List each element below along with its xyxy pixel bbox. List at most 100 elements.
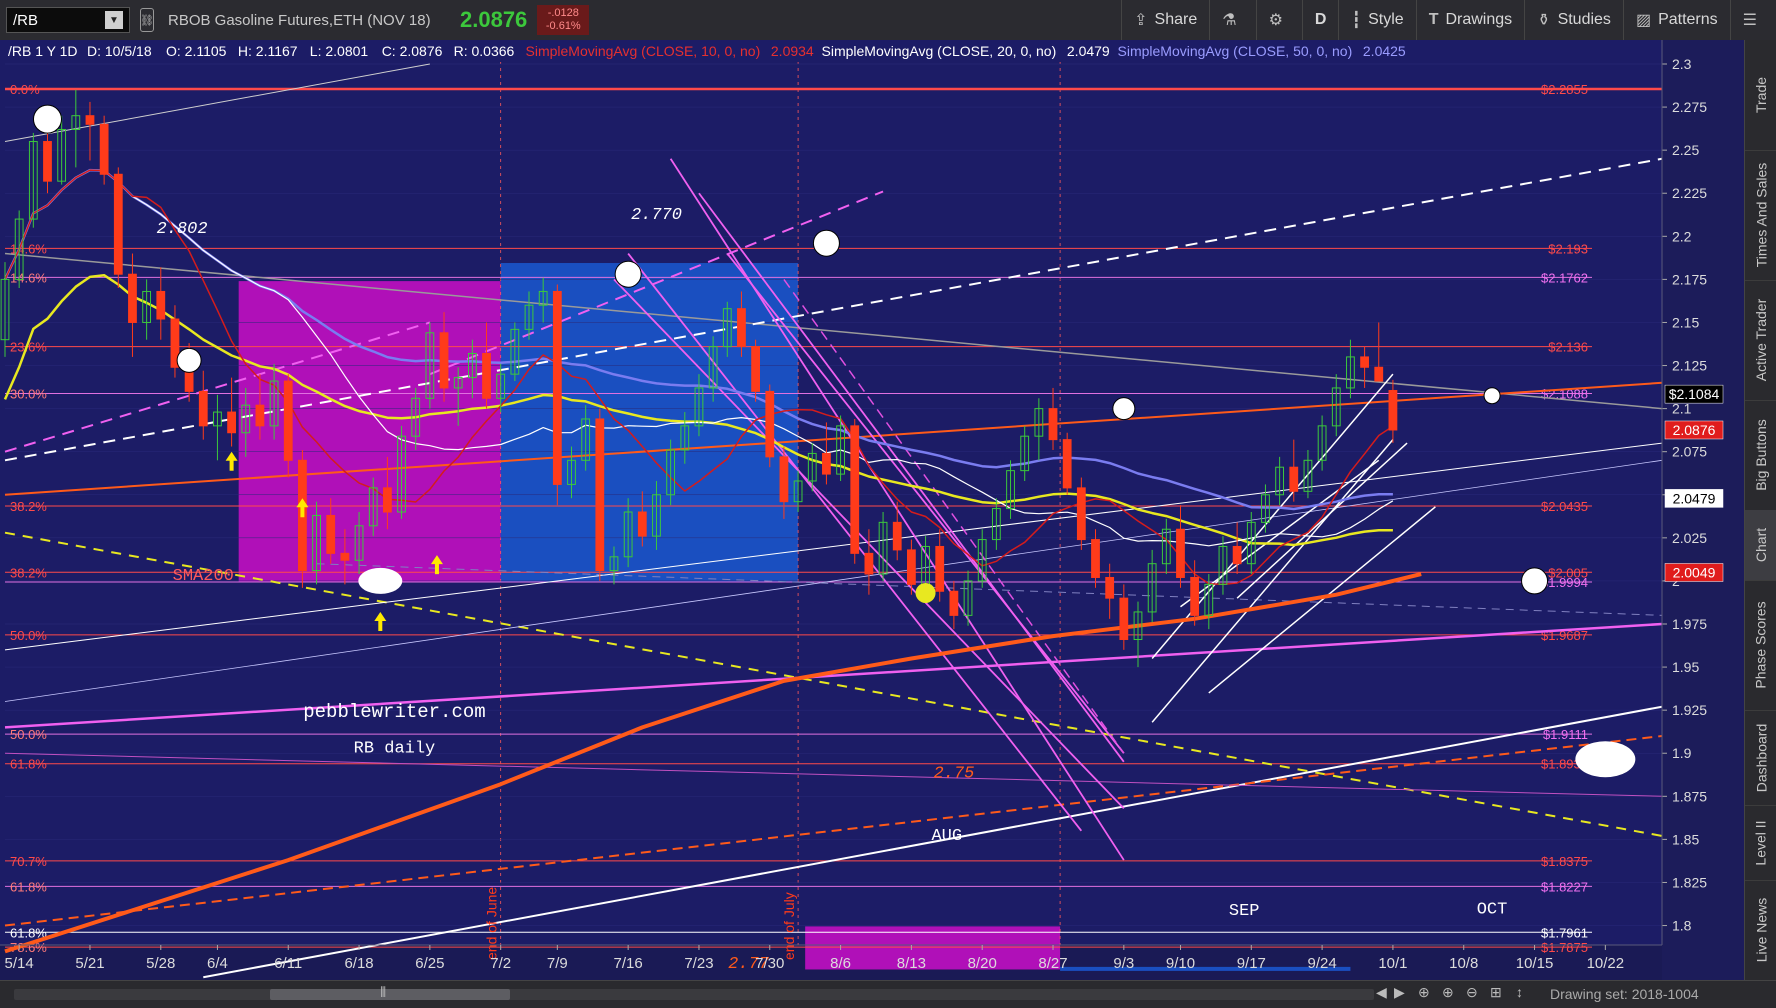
candle-body — [850, 425, 860, 554]
candle-body — [43, 141, 52, 182]
price-axis-label: 1.95 — [1672, 659, 1699, 675]
chevron-down-icon[interactable]: ▼ — [105, 11, 123, 29]
header-ohlc: L: 2.0801 — [310, 43, 369, 59]
gear-icon: ⚙ — [1268, 12, 1283, 29]
zoom-out-icon[interactable]: ⊖ — [1466, 984, 1478, 1001]
circle-marker — [812, 229, 840, 257]
patterns-button[interactable]: ▨ Patterns — [1622, 0, 1730, 40]
side-tab-big-buttons[interactable]: Big Buttons — [1745, 400, 1776, 511]
side-tab-times-and-sales[interactable]: Times And Sales — [1745, 150, 1776, 281]
chart-annotation: pebblewriter.com — [303, 701, 485, 723]
price-axis-label: 1.85 — [1672, 831, 1699, 847]
share-button[interactable]: ⇪ Share — [1121, 0, 1209, 40]
timeframe-button[interactable]: D — [1301, 0, 1339, 40]
side-tab-level-ii[interactable]: Level II — [1745, 805, 1776, 881]
price-chart[interactable]: 0.0% $2.2855 14.6% $2.193 14.6% $2.1762 23.6% $… — [0, 40, 1744, 980]
expand-icon[interactable]: ↕ — [1516, 984, 1523, 1000]
candle-body — [1289, 466, 1299, 492]
level-left-label: 30.0% — [10, 386, 47, 401]
side-tab-trade[interactable]: Trade — [1745, 40, 1776, 151]
price-axis-label: 2.275 — [1672, 99, 1707, 115]
chart-annotation: 2.75 — [933, 764, 974, 783]
menu-button[interactable]: ☰ — [1729, 0, 1776, 40]
header-study-value: 2.0479 — [1067, 43, 1110, 59]
time-axis-label: 9/17 — [1237, 955, 1266, 972]
side-tab-dashboard[interactable]: Dashboard — [1745, 710, 1776, 806]
zoom-in-icon[interactable]: ⊕ — [1442, 984, 1454, 1001]
candle-body — [340, 552, 350, 561]
time-scrollbar[interactable]: ⦀ ◀ ▶ ⊕ ⊕ ⊖ ⊞ ↕ Drawing set: 2018-1004 — [0, 980, 1776, 1008]
candle-body — [1105, 576, 1115, 599]
symbol-selector[interactable]: /RB ▼ — [6, 7, 130, 33]
studies-label: Studies — [1557, 11, 1611, 28]
candle-body — [1190, 576, 1200, 616]
style-label: Style — [1368, 11, 1404, 28]
header-study-label: SimpleMovingAvg (CLOSE, 50, 0, no) — [1118, 43, 1353, 59]
side-tab-active-trader[interactable]: Active Trader — [1745, 280, 1776, 401]
price-axis-label: 1.9 — [1672, 745, 1692, 761]
chart-annotation: SEP — [1229, 902, 1260, 921]
candle-body — [1360, 356, 1369, 368]
link-icon[interactable]: ⛓ — [140, 8, 154, 32]
time-axis-label: 8/6 — [830, 955, 851, 972]
chart-annotation: AUG — [931, 827, 962, 846]
candle-body — [227, 411, 236, 434]
highlight-box-june — [238, 281, 501, 582]
price-badge-label: 2.0479 — [1673, 490, 1716, 506]
time-axis-label: 10/15 — [1516, 955, 1554, 972]
instrument-description: RBOB Gasoline Futures,ETH (NOV 18) — [168, 11, 431, 29]
zoom-box-icon[interactable]: ⊞ — [1490, 984, 1502, 1001]
candle-body — [482, 352, 491, 399]
drawings-button[interactable]: T Drawings — [1415, 0, 1524, 40]
flask-button[interactable]: ⚗ — [1209, 0, 1255, 40]
side-tab-live-news[interactable]: Live News — [1745, 880, 1776, 981]
time-axis-label: 8/20 — [968, 955, 997, 972]
net-change-box: -.0128 -0.61% — [537, 5, 590, 35]
scroll-right-icon[interactable]: ▶ — [1394, 984, 1405, 1001]
price-axis-label: 2.025 — [1672, 530, 1707, 546]
level-left-label: 38.2% — [10, 499, 47, 514]
scroll-track[interactable] — [14, 989, 1374, 1000]
header-study-label: SimpleMovingAvg (CLOSE, 20, 0, no) — [822, 43, 1057, 59]
side-tab-phase-scores[interactable]: Phase Scores — [1745, 580, 1776, 711]
chart-canvas[interactable]: 0.0% $2.285514.6% $2.19314.6% $2.176223.6% $… — [0, 40, 1744, 980]
studies-button[interactable]: ⚱ Studies — [1524, 0, 1623, 40]
level-right-label: $2.193 — [1548, 241, 1588, 256]
level-left-label: 38.2% — [10, 565, 47, 580]
beaker-icon: ⚱ — [1537, 12, 1551, 29]
drawing-set-label: Drawing set: 2018-1004 — [1550, 986, 1699, 1002]
price-axis-label: 2.25 — [1672, 142, 1699, 158]
price-axis-label: 1.825 — [1672, 874, 1707, 890]
settings-button[interactable]: ⚙ — [1255, 0, 1302, 40]
header-study-value: 2.0934 — [771, 43, 814, 59]
side-tab-chart[interactable]: Chart — [1745, 510, 1776, 581]
candle-body — [85, 115, 95, 125]
level-left-label: 0.0% — [10, 82, 40, 97]
candle-body — [283, 380, 293, 461]
time-axis-label: 10/22 — [1587, 955, 1625, 972]
net-change-pct: -0.61% — [545, 20, 581, 32]
patterns-label: Patterns — [1658, 11, 1718, 28]
crosshair-icon[interactable]: ⊕ — [1418, 984, 1430, 1001]
thinkorswim-chart-window: /RB ▼ ⛓ RBOB Gasoline Futures,ETH (NOV 1… — [0, 0, 1776, 1008]
yellow-dot-marker — [915, 582, 936, 603]
price-axis-label: 2.125 — [1672, 358, 1707, 374]
circle-marker-wide — [1575, 741, 1636, 778]
candle-body — [99, 123, 109, 175]
candle-body — [439, 332, 449, 389]
chart-annotation: RB daily — [354, 739, 436, 758]
time-axis-label: 9/10 — [1166, 955, 1195, 972]
price-axis-label: 1.925 — [1672, 702, 1707, 718]
time-axis-label: 5/28 — [146, 955, 175, 972]
style-button[interactable]: ┇ Style — [1338, 0, 1415, 40]
scroll-left-icon[interactable]: ◀ — [1376, 984, 1387, 1001]
candle-body — [1119, 597, 1129, 641]
candle-body — [326, 514, 336, 554]
level-left-label: 61.8% — [10, 757, 47, 772]
header-ohlc: R: 0.0366 — [454, 43, 515, 59]
scroll-thumb[interactable] — [270, 989, 510, 1000]
chart-toolbar: /RB ▼ ⛓ RBOB Gasoline Futures,ETH (NOV 1… — [0, 0, 1776, 41]
candle-body — [128, 273, 137, 323]
time-axis-label: 7/9 — [547, 955, 568, 972]
level-right-label: $2.136 — [1548, 340, 1588, 355]
